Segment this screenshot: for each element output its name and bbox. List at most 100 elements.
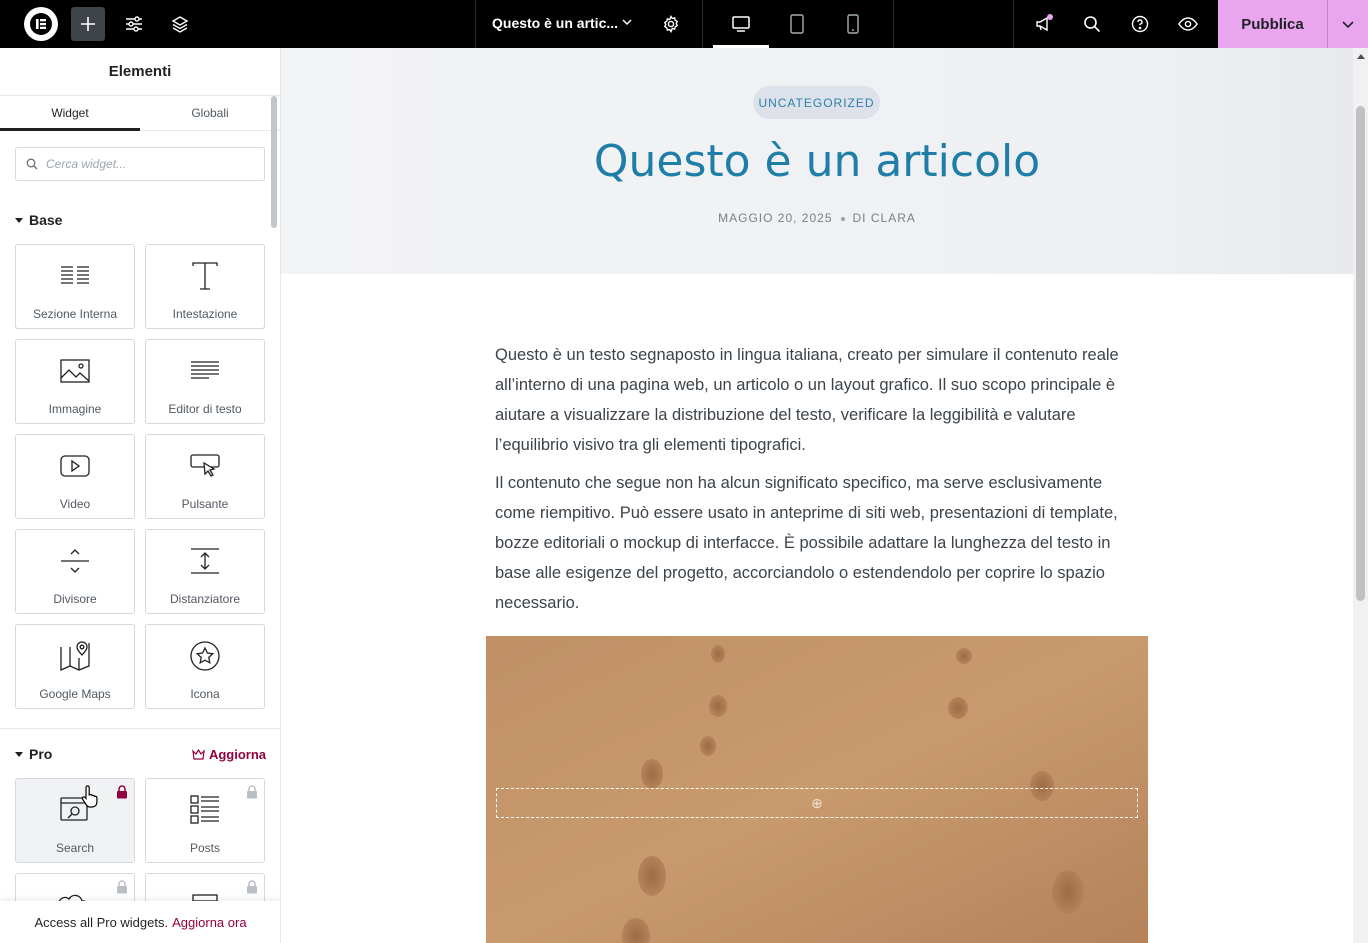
divider — [475, 0, 476, 48]
lock-icon — [117, 785, 127, 799]
panel-title: Elementi — [0, 48, 280, 96]
lock-icon — [247, 785, 257, 799]
widget-label: Divisore — [53, 592, 97, 606]
widget-label: Icona — [190, 687, 220, 701]
gear-icon — [663, 15, 679, 33]
crown-icon — [192, 749, 205, 760]
widget-posts[interactable]: Posts — [145, 778, 265, 863]
help-button[interactable] — [1123, 7, 1157, 41]
divider-icon — [61, 549, 89, 573]
widget-button[interactable]: Pulsante — [145, 434, 265, 519]
spacer-icon — [191, 548, 219, 574]
paragraph-2: Il contenuto che segue non ha alcun sign… — [495, 474, 1118, 612]
publish-options-button[interactable] — [1327, 0, 1368, 48]
structure-button[interactable] — [163, 7, 197, 41]
add-element-button[interactable] — [71, 7, 105, 41]
page-title[interactable]: Questo è un artic... — [492, 15, 618, 31]
finder-button[interactable] — [1075, 7, 1109, 41]
top-bar: Questo è un artic... Pubblica — [0, 0, 1368, 48]
video-icon — [60, 455, 90, 477]
widget-label: Search — [55, 841, 95, 855]
widget-google-maps[interactable]: Google Maps — [15, 624, 135, 709]
text-editor-icon — [191, 361, 219, 379]
meta-separator — [840, 216, 845, 221]
widget-search[interactable]: Search — [15, 778, 135, 863]
mobile-view-button[interactable] — [825, 0, 881, 48]
page-settings-button[interactable] — [654, 7, 688, 41]
desktop-view-button[interactable] — [713, 0, 769, 48]
tablet-view-button[interactable] — [769, 0, 825, 48]
page-dropdown-button[interactable] — [620, 15, 634, 34]
preview-button[interactable] — [1171, 7, 1205, 41]
button-icon — [190, 454, 220, 477]
widget-inner-section[interactable]: Sezione Interna — [15, 244, 135, 329]
widget-label: Immagine — [48, 402, 102, 416]
widget-label: Video — [59, 497, 91, 511]
panel-scrollbar[interactable] — [271, 96, 277, 228]
pro-promo-text: Access all Pro widgets. — [34, 914, 169, 930]
posts-icon — [190, 795, 219, 824]
widget-spacer[interactable]: Distanziatore — [145, 529, 265, 614]
tab-globali[interactable]: Globali — [140, 96, 280, 130]
section-base-title: Base — [29, 212, 63, 228]
post-author[interactable]: DI CLARA — [853, 211, 916, 225]
widget-image[interactable]: Immagine — [15, 339, 135, 424]
panel-tabs: Widget Globali — [0, 96, 280, 131]
upgrade-link[interactable]: Aggiorna — [192, 747, 266, 762]
category-badge[interactable]: UNCATEGORIZED — [753, 86, 880, 119]
widget-label: Pulsante — [181, 497, 229, 511]
caret-down-icon — [15, 217, 23, 223]
lock-icon — [117, 880, 127, 894]
base-widget-grid: Sezione Interna Intestazione Immagine Ed… — [15, 244, 265, 709]
section-divider — [0, 728, 280, 729]
post-title: Questo è un articolo — [593, 136, 1041, 187]
site-settings-button[interactable] — [117, 7, 151, 41]
widget-label: Distanziatore — [169, 592, 241, 606]
publish-button[interactable]: Pubblica — [1218, 0, 1327, 48]
scrollbar-thumb[interactable] — [1356, 106, 1365, 601]
widget-label: Posts — [189, 841, 220, 855]
section-pro-toggle[interactable]: Pro — [15, 746, 52, 762]
inner-section-icon — [61, 266, 89, 284]
widget-icon[interactable]: Icona — [145, 624, 265, 709]
paragraph-1: Questo è un testo segnaposto in lingua i… — [495, 346, 1119, 454]
widget-heading[interactable]: Intestazione — [145, 244, 265, 329]
divider — [893, 0, 894, 48]
widget-video[interactable]: Video — [15, 434, 135, 519]
sliders-icon — [126, 16, 142, 32]
mobile-icon — [847, 14, 859, 34]
widget-divider[interactable]: Divisore — [15, 529, 135, 614]
star-icon — [190, 641, 220, 671]
upgrade-label: Aggiorna — [208, 747, 266, 762]
pro-promo-bar: Access all Pro widgets. Aggiorna ora — [0, 901, 280, 943]
image-icon — [60, 359, 90, 383]
post-meta: MAGGIO 20, 2025 DI CLARA — [281, 211, 1353, 225]
notifications-button[interactable] — [1027, 7, 1061, 41]
elements-panel: Elementi Widget Globali Base Sezione Int… — [0, 48, 281, 943]
widget-label: Google Maps — [39, 687, 111, 701]
upgrade-now-link[interactable]: Aggiorna ora — [172, 915, 246, 930]
chevron-down-icon — [1342, 21, 1354, 29]
layers-icon — [171, 16, 189, 33]
section-base-toggle[interactable]: Base — [15, 212, 62, 228]
divider — [702, 0, 703, 48]
search-icon — [26, 158, 38, 170]
chevron-down-icon — [622, 19, 632, 26]
elementor-logo-button[interactable] — [24, 7, 58, 41]
widget-text-editor[interactable]: Editor di testo — [145, 339, 265, 424]
scroll-up-icon[interactable] — [1357, 54, 1365, 59]
widget-label: Editor di testo — [168, 402, 242, 416]
google-maps-icon — [60, 641, 90, 671]
plus-icon — [81, 17, 95, 31]
widget-label: Sezione Interna — [32, 307, 118, 321]
section-pro-title: Pro — [29, 746, 53, 762]
drop-zone[interactable]: ⊕ — [496, 788, 1138, 818]
canvas-scrollbar[interactable] — [1353, 48, 1368, 943]
lock-icon — [247, 880, 257, 894]
caret-down-icon — [15, 751, 23, 757]
tab-widget[interactable]: Widget — [0, 96, 140, 131]
widget-search-input[interactable] — [46, 157, 246, 171]
widget-search — [15, 147, 265, 181]
search-icon — [1084, 16, 1101, 33]
post-date: MAGGIO 20, 2025 — [718, 211, 833, 225]
